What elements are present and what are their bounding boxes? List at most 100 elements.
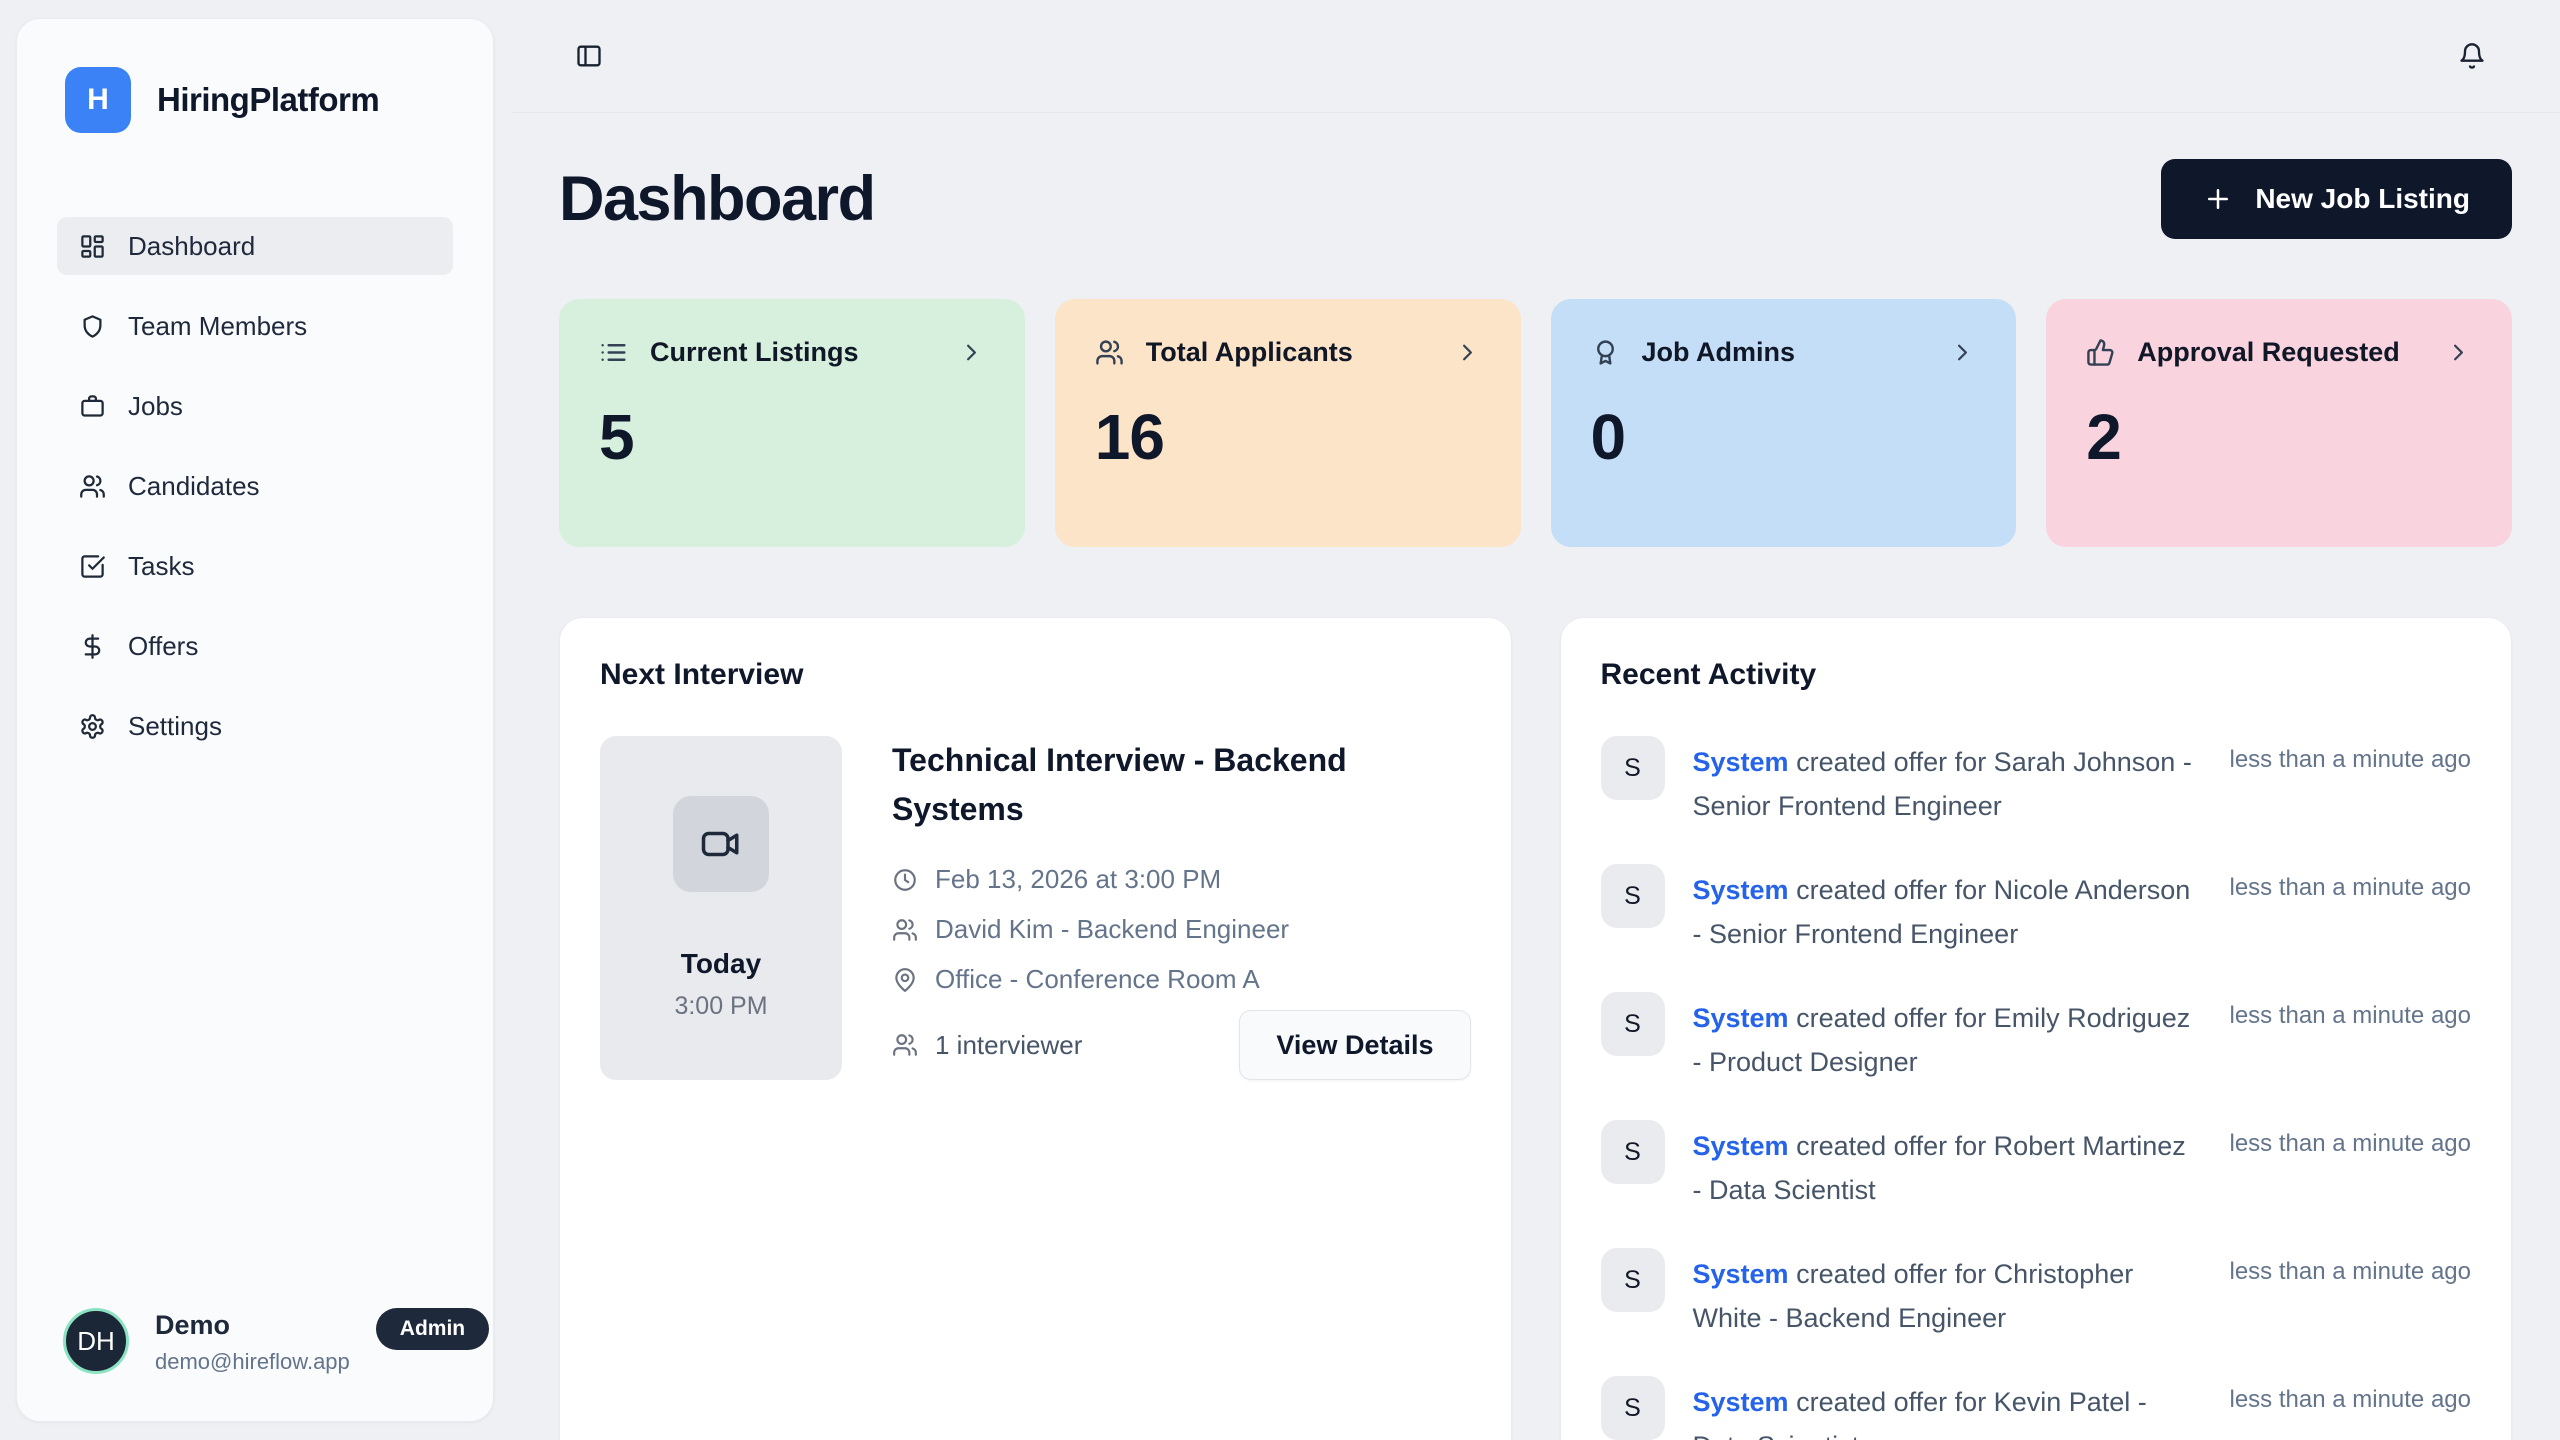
sidebar-item-label: Team Members [128, 311, 307, 342]
users-icon [79, 473, 106, 500]
activity-text: System created offer for Kevin Patel - D… [1693, 1376, 2202, 1440]
new-job-listing-label: New Job Listing [2255, 183, 2470, 215]
page-title: Dashboard [559, 163, 875, 235]
sidebar-item-settings[interactable]: Settings [57, 697, 453, 755]
next-interview-body: Today 3:00 PM Technical Interview - Back… [600, 736, 1471, 1080]
interview-title: Technical Interview - Backend Systems [892, 736, 1372, 834]
view-details-button[interactable]: View Details [1239, 1010, 1470, 1080]
list-icon [599, 338, 628, 367]
stat-label: Total Applicants [1146, 337, 1353, 368]
shield-icon [79, 313, 106, 340]
list-item: S System created offer for Emily Rodrigu… [1601, 992, 2472, 1084]
stats-row: Current Listings 5 Total Applicants 16 J… [559, 299, 2512, 547]
next-interview-heading: Next Interview [600, 658, 1471, 692]
brand-initial: H [87, 83, 109, 117]
dashboard-grid-icon [79, 233, 106, 260]
activity-avatar: S [1601, 736, 1665, 800]
panels-row: Next Interview Today 3:00 PM Technical I… [559, 617, 2512, 1440]
interview-day-label: Today [681, 948, 761, 980]
activity-timestamp: less than a minute ago [2230, 736, 2472, 774]
interview-datetime: Feb 13, 2026 at 3:00 PM [935, 864, 1221, 895]
stat-card-header: Total Applicants [1095, 337, 1481, 368]
interview-person: David Kim - Backend Engineer [935, 914, 1289, 945]
activity-avatar: S [1601, 1376, 1665, 1440]
sidebar-item-dashboard[interactable]: Dashboard [57, 217, 453, 275]
dollar-icon [79, 633, 106, 660]
users-icon [892, 1032, 918, 1058]
sidebar-item-jobs[interactable]: Jobs [57, 377, 453, 435]
users-icon [892, 917, 918, 943]
clock-icon [892, 867, 918, 893]
user-meta: Demo demo@hireflow.app [155, 1308, 350, 1375]
activity-actor-link[interactable]: System [1693, 1131, 1789, 1161]
stat-card-approval-requested[interactable]: Approval Requested 2 [2046, 299, 2512, 547]
recent-activity-card: Recent Activity S System created offer f… [1560, 617, 2513, 1440]
activity-actor-link[interactable]: System [1693, 1259, 1789, 1289]
new-job-listing-button[interactable]: New Job Listing [2161, 159, 2512, 239]
stat-value: 5 [599, 400, 985, 474]
list-item: S System created offer for Kevin Patel -… [1601, 1376, 2472, 1440]
activity-timestamp: less than a minute ago [2230, 1248, 2472, 1286]
sidebar-item-label: Candidates [128, 471, 260, 502]
users-icon [1095, 338, 1124, 367]
activity-text: System created offer for Christopher Whi… [1693, 1248, 2202, 1340]
stat-card-job-admins[interactable]: Job Admins 0 [1551, 299, 2017, 547]
stat-value: 16 [1095, 400, 1481, 474]
interview-person-row: David Kim - Backend Engineer [892, 914, 1471, 945]
plus-icon [2203, 184, 2233, 214]
sidebar-item-label: Settings [128, 711, 222, 742]
interviewer-count: 1 interviewer [935, 1030, 1082, 1061]
activity-actor-link[interactable]: System [1693, 747, 1789, 777]
content: Dashboard New Job Listing Current Listin… [511, 113, 2560, 1440]
map-pin-icon [892, 967, 918, 993]
brand-logo: H [65, 67, 131, 133]
briefcase-icon [79, 393, 106, 420]
stat-label: Approval Requested [2137, 337, 2400, 368]
list-item: S System created offer for Sarah Johnson… [1601, 736, 2472, 828]
sidebar-item-label: Jobs [128, 391, 183, 422]
sidebar-toggle-button[interactable] [575, 42, 603, 70]
notifications-button[interactable] [2458, 42, 2486, 70]
interview-date-box: Today 3:00 PM [600, 736, 842, 1080]
chevron-right-icon [1454, 339, 1481, 366]
activity-actor-link[interactable]: System [1693, 1387, 1789, 1417]
stat-value: 2 [2086, 400, 2472, 474]
interview-time-label: 3:00 PM [674, 992, 767, 1021]
avatar-initials: DH [77, 1326, 115, 1357]
activity-text: System created offer for Sarah Johnson -… [1693, 736, 2202, 828]
page-header: Dashboard New Job Listing [559, 159, 2512, 239]
interview-location: Office - Conference Room A [935, 964, 1260, 995]
interview-details: Technical Interview - Backend Systems Fe… [892, 736, 1471, 1080]
chevron-right-icon [958, 339, 985, 366]
sidebar-item-offers[interactable]: Offers [57, 617, 453, 675]
panel-left-toggle-icon [575, 42, 603, 70]
stat-card-total-applicants[interactable]: Total Applicants 16 [1055, 299, 1521, 547]
user-email: demo@hireflow.app [155, 1349, 350, 1375]
activity-avatar: S [1601, 864, 1665, 928]
activity-actor-link[interactable]: System [1693, 875, 1789, 905]
topbar [511, 0, 2560, 113]
activity-actor-link[interactable]: System [1693, 1003, 1789, 1033]
activity-text: System created offer for Emily Rodriguez… [1693, 992, 2202, 1084]
interview-location-row: Office - Conference Room A [892, 964, 1471, 995]
video-camera-icon [700, 823, 742, 865]
sidebar-item-team-members[interactable]: Team Members [57, 297, 453, 355]
sidebar-item-candidates[interactable]: Candidates [57, 457, 453, 515]
stat-card-current-listings[interactable]: Current Listings 5 [559, 299, 1025, 547]
bell-icon [2458, 42, 2486, 70]
thumbs-up-icon [2086, 338, 2115, 367]
sidebar-item-tasks[interactable]: Tasks [57, 537, 453, 595]
sidebar: H HiringPlatform Dashboard Team Members … [16, 18, 494, 1422]
list-item: S System created offer for Nicole Anders… [1601, 864, 2472, 956]
main-area: Dashboard New Job Listing Current Listin… [511, 0, 2560, 1440]
user-profile[interactable]: DH Demo demo@hireflow.app Admin [17, 1268, 493, 1421]
stat-card-header: Current Listings [599, 337, 985, 368]
stat-label: Job Admins [1642, 337, 1796, 368]
video-icon-box [673, 796, 769, 892]
next-interview-card: Next Interview Today 3:00 PM Technical I… [559, 617, 1512, 1440]
activity-timestamp: less than a minute ago [2230, 992, 2472, 1030]
activity-text: System created offer for Robert Martinez… [1693, 1120, 2202, 1212]
interview-footer: 1 interviewer View Details [892, 1010, 1471, 1080]
sidebar-item-label: Tasks [128, 551, 194, 582]
stat-value: 0 [1591, 400, 1977, 474]
